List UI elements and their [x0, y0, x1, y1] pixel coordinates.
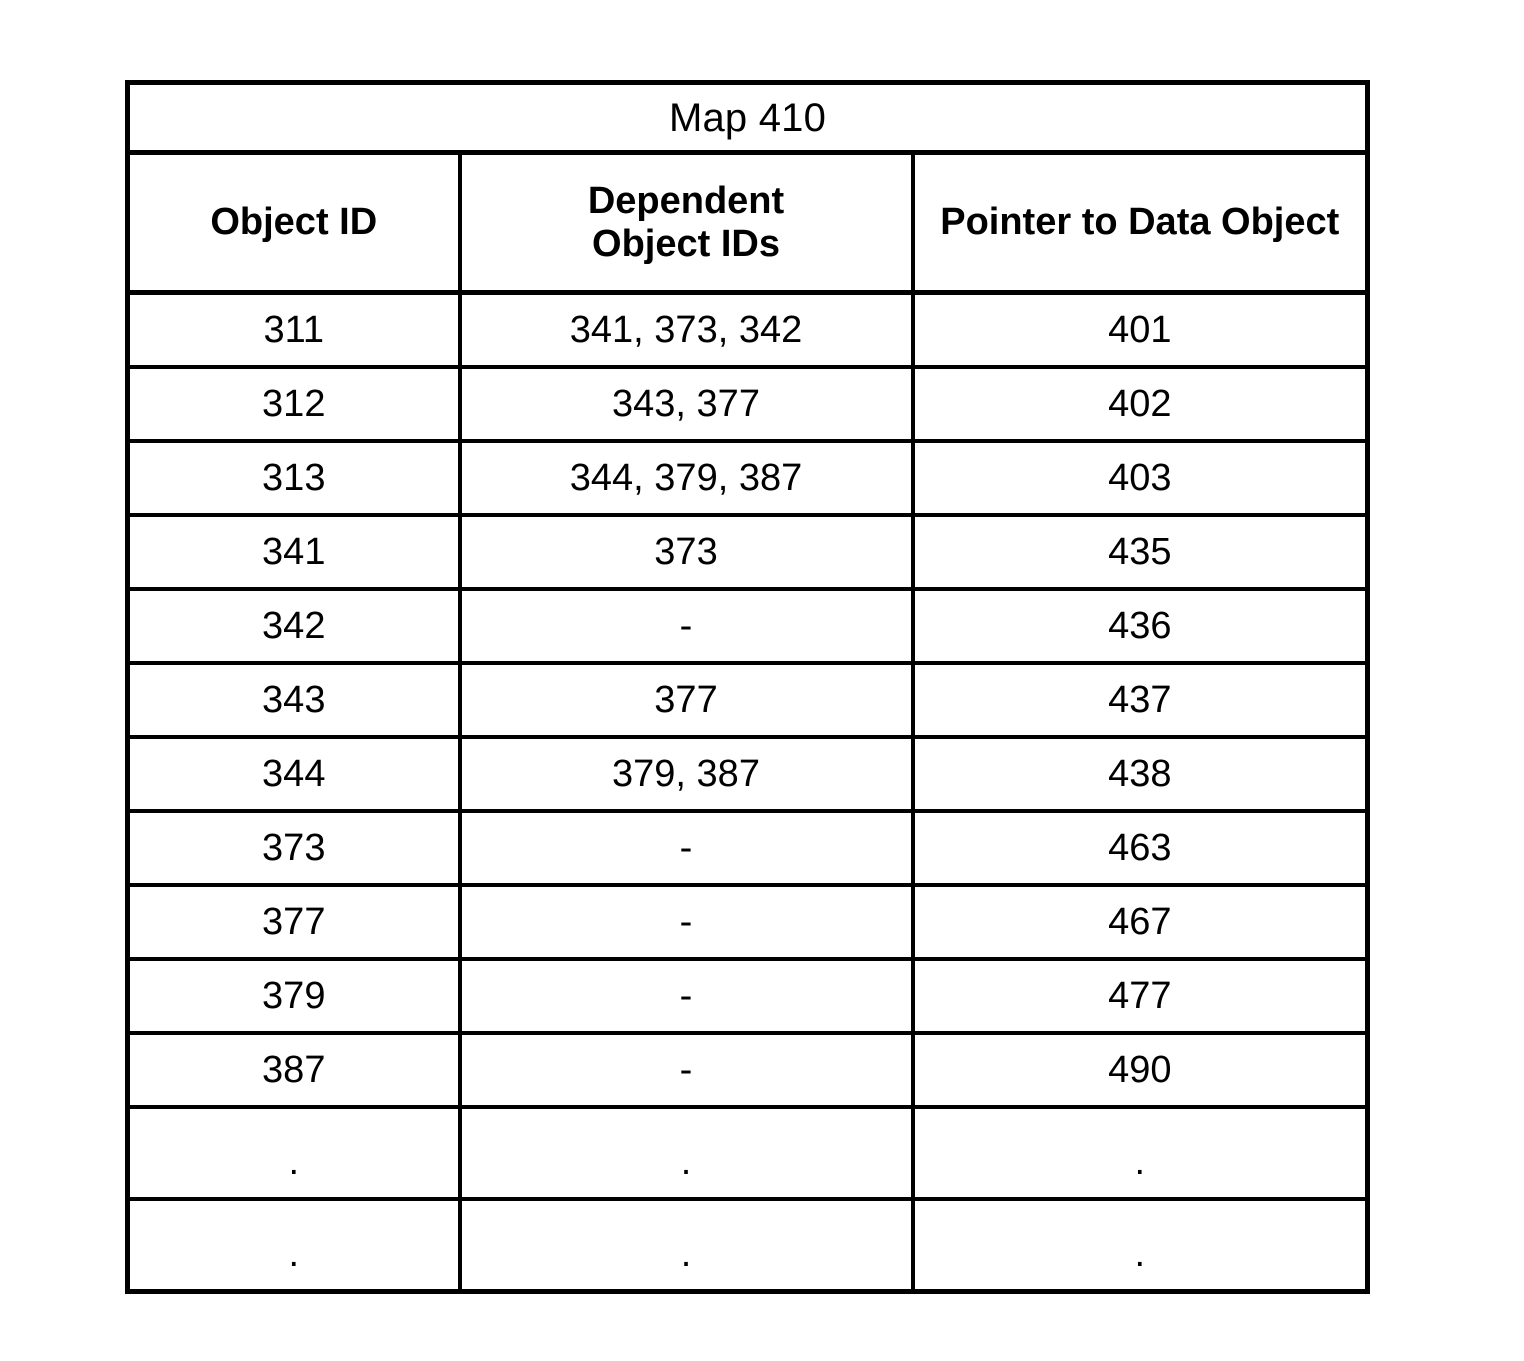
cell-object-id: 344: [127, 737, 462, 813]
cell-dependent-object-ids: -: [459, 885, 915, 961]
cell-dependent-object-ids: -: [459, 1033, 915, 1109]
cell-object-id: 387: [127, 1033, 462, 1109]
table-title: Map 410: [127, 82, 1368, 155]
cell-object-id: .: [127, 1199, 462, 1292]
cell-dependent-object-ids: 341, 373, 342: [459, 292, 915, 369]
table-row: 311 341, 373, 342 401: [127, 292, 1368, 369]
cell-pointer-to-data-object: 477: [912, 959, 1368, 1035]
table-row-ellipsis: . . .: [127, 1199, 1368, 1292]
cell-pointer-to-data-object: 467: [912, 885, 1368, 961]
cell-dependent-object-ids: 343, 377: [459, 367, 915, 443]
cell-dependent-object-ids: .: [459, 1199, 915, 1292]
column-header-pointer-to-data-object-line-1: Pointer to Data Object: [940, 201, 1340, 244]
cell-pointer-to-data-object: 490: [912, 1033, 1368, 1109]
cell-pointer-to-data-object: 436: [912, 589, 1368, 665]
cell-object-id: 341: [127, 515, 462, 591]
cell-dependent-object-ids: -: [459, 959, 915, 1035]
cell-pointer-to-data-object: 463: [912, 811, 1368, 887]
cell-object-id: 343: [127, 663, 462, 739]
cell-dependent-object-ids: 379, 387: [459, 737, 915, 813]
table-row: 387 - 490: [127, 1033, 1368, 1109]
table-row: 344 379, 387 438: [127, 737, 1368, 813]
cell-object-id: 377: [127, 885, 462, 961]
cell-pointer-to-data-object: 435: [912, 515, 1368, 591]
cell-pointer-to-data-object: 403: [912, 441, 1368, 517]
table-row: 377 - 467: [127, 885, 1368, 961]
column-header-object-id: Object ID: [127, 152, 462, 295]
cell-dependent-object-ids: 377: [459, 663, 915, 739]
cell-dependent-object-ids: -: [459, 811, 915, 887]
cell-dependent-object-ids: 344, 379, 387: [459, 441, 915, 517]
table-row: 341 373 435: [127, 515, 1368, 591]
table-row-ellipsis: . . .: [127, 1107, 1368, 1201]
column-header-dependent-object-ids-line-2: Object IDs: [592, 222, 780, 265]
cell-dependent-object-ids: 373: [459, 515, 915, 591]
table-header-row: Object ID Dependent Object IDs Pointer t…: [127, 152, 1368, 295]
cell-pointer-to-data-object: 401: [912, 292, 1368, 369]
table-row: 373 - 463: [127, 811, 1368, 887]
map-table: Map 410 Object ID Dependent Object IDs P…: [125, 80, 1371, 1294]
table-row: 342 - 436: [127, 589, 1368, 665]
cell-pointer-to-data-object: 438: [912, 737, 1368, 813]
cell-pointer-to-data-object: .: [912, 1107, 1368, 1201]
cell-object-id: 373: [127, 811, 462, 887]
cell-object-id: 342: [127, 589, 462, 665]
cell-dependent-object-ids: .: [459, 1107, 915, 1201]
cell-object-id: 313: [127, 441, 462, 517]
table-title-row: Map 410: [127, 82, 1368, 155]
cell-pointer-to-data-object: 402: [912, 367, 1368, 443]
table-row: 379 - 477: [127, 959, 1368, 1035]
cell-object-id: .: [127, 1107, 462, 1201]
column-header-object-id-line-1: Object ID: [210, 201, 378, 244]
map-table-body: Map 410 Object ID Dependent Object IDs P…: [127, 82, 1368, 1292]
cell-dependent-object-ids: -: [459, 589, 915, 665]
figure-map-410: Map 410 Object ID Dependent Object IDs P…: [0, 0, 1524, 1361]
cell-pointer-to-data-object: .: [912, 1199, 1368, 1292]
cell-object-id: 311: [127, 292, 462, 369]
table-row: 313 344, 379, 387 403: [127, 441, 1368, 517]
table-row: 312 343, 377 402: [127, 367, 1368, 443]
column-header-dependent-object-ids: Dependent Object IDs: [459, 152, 915, 295]
table-row: 343 377 437: [127, 663, 1368, 739]
column-header-pointer-to-data-object: Pointer to Data Object: [912, 152, 1368, 295]
cell-object-id: 312: [127, 367, 462, 443]
column-header-dependent-object-ids-line-1: Dependent: [587, 179, 785, 222]
cell-object-id: 379: [127, 959, 462, 1035]
cell-pointer-to-data-object: 437: [912, 663, 1368, 739]
